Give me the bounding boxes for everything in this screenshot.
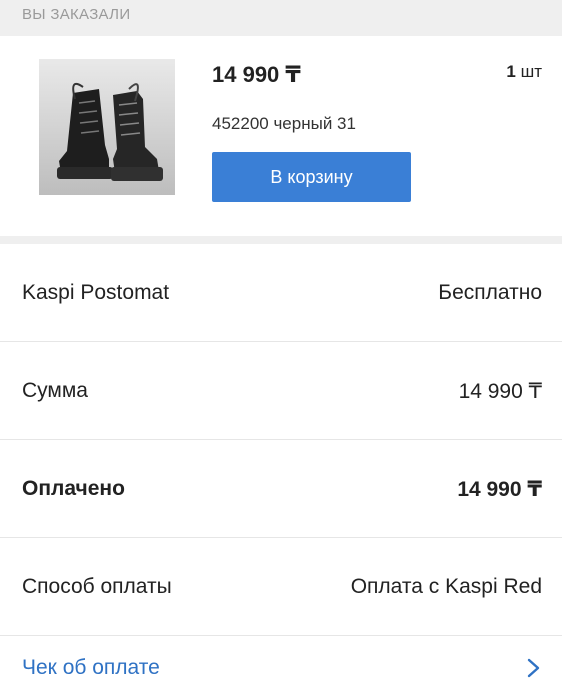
paid-label: Оплачено [22, 477, 125, 500]
payment-method-label: Способ оплаты [22, 575, 172, 598]
delivery-label: Kaspi Postomat [22, 281, 170, 304]
item-quantity: 1 шт [506, 62, 542, 82]
sum-value: 14 990 ₸ [458, 379, 542, 403]
section-header: ВЫ ЗАКАЗАЛИ [0, 0, 562, 36]
summary-row-paid: Оплачено 14 990 ₸ [0, 440, 562, 538]
summary-row-delivery: Kaspi Postomat Бесплатно [0, 244, 562, 342]
order-item: 14 990 ₸ 1 шт 452200 черный 31 В корзину [0, 36, 562, 236]
add-to-cart-button[interactable]: В корзину [212, 152, 411, 202]
receipt-row[interactable]: Чек об оплате [0, 636, 562, 700]
item-variant: 452200 черный 31 [212, 114, 356, 133]
payment-method-value: Оплата с Kaspi Red [350, 575, 542, 598]
section-divider [0, 236, 562, 244]
delivery-value: Бесплатно [438, 281, 542, 304]
summary-row-sum: Сумма 14 990 ₸ [0, 342, 562, 440]
item-price: 14 990 ₸ [212, 62, 301, 87]
paid-value: 14 990 ₸ [457, 477, 542, 501]
receipt-link[interactable]: Чек об оплате [22, 656, 160, 680]
quantity-unit: шт [520, 62, 542, 81]
chevron-right-icon[interactable] [526, 656, 542, 680]
boots-image [39, 59, 175, 195]
sum-label: Сумма [22, 379, 88, 402]
section-title: ВЫ ЗАКАЗАЛИ [22, 6, 131, 23]
summary-row-payment-method: Способ оплаты Оплата с Kaspi Red [0, 538, 562, 636]
quantity-value: 1 [506, 62, 516, 81]
product-image[interactable] [39, 59, 175, 195]
